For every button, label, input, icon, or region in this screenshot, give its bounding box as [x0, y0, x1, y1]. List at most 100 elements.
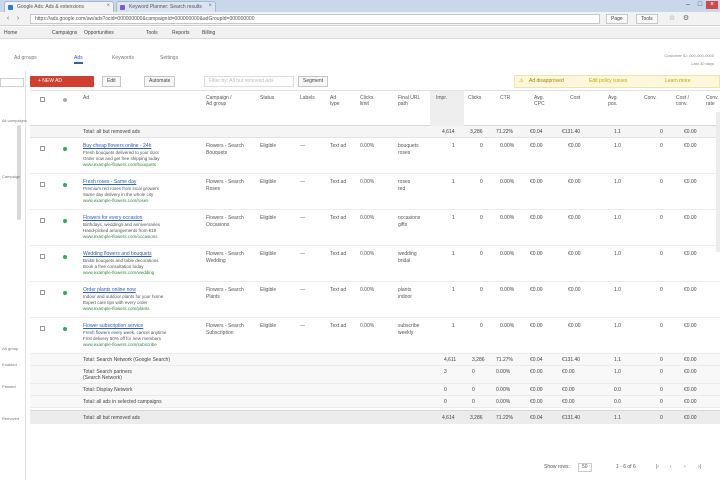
- adgroup-link[interactable]: Roses: [206, 186, 220, 192]
- tab-keywords[interactable]: Keywords: [112, 55, 134, 61]
- ad-type: Text ad: [330, 323, 347, 329]
- campaign-link[interactable]: Flowers - Search: [206, 179, 244, 185]
- segment-button[interactable]: Segment: [298, 76, 329, 87]
- sidebar-item[interactable]: Campaign: [2, 174, 20, 179]
- table-row[interactable]: Order plants online now Indoor and outdoo…: [30, 282, 720, 318]
- summary-impr: 4,614: [442, 129, 455, 135]
- nav-item-tools[interactable]: Tools: [146, 30, 158, 36]
- col-ad[interactable]: Ad: [83, 95, 89, 101]
- prev-page-icon[interactable]: ‹: [670, 464, 672, 470]
- adgroup-link[interactable]: Bouquets: [206, 150, 227, 156]
- date-range[interactable]: Last 30 days: [691, 61, 714, 66]
- col-clicks-limit[interactable]: Clicks limit: [360, 95, 373, 107]
- clicks-limit: 0.00%: [360, 143, 375, 149]
- select-all-checkbox[interactable]: [40, 97, 45, 102]
- campaign-link[interactable]: Flowers - Search: [206, 143, 244, 149]
- close-icon[interactable]: ×: [106, 3, 110, 9]
- table-scrollbar[interactable]: [716, 112, 720, 252]
- col-campaign[interactable]: Campaign / Ad group: [206, 95, 232, 107]
- row-checkbox[interactable]: [40, 146, 45, 151]
- table-row[interactable]: Buy cheap flowers online - 24h Fresh bouq…: [30, 138, 720, 174]
- notice-link-learn[interactable]: Learn more: [665, 76, 691, 87]
- star-icon[interactable]: ☆: [668, 15, 676, 23]
- nav-item-home[interactable]: Home: [4, 30, 17, 36]
- nav-item-billing[interactable]: Billing: [202, 30, 215, 36]
- sidebar-item[interactable]: All campaigns: [2, 118, 27, 123]
- sidebar-item[interactable]: Removed: [2, 416, 19, 421]
- clicks-limit: 0.00%: [360, 251, 375, 257]
- col-conv[interactable]: Conv.: [644, 95, 657, 101]
- campaign-link[interactable]: Flowers - Search: [206, 215, 244, 221]
- tab-ad-groups[interactable]: Ad groups: [14, 55, 37, 61]
- rows-select[interactable]: 50: [578, 463, 592, 472]
- close-icon[interactable]: ×: [208, 3, 212, 9]
- row-checkbox[interactable]: [40, 326, 45, 331]
- tools-menu-button[interactable]: Tools: [636, 14, 658, 24]
- url-input[interactable]: https://ads.google.com/aw/ads?ocid=00000…: [30, 14, 600, 24]
- last-page-icon[interactable]: ›|: [698, 464, 701, 470]
- sidebar-item[interactable]: Ad group: [2, 346, 18, 351]
- col-cost-conv[interactable]: Cost / conv.: [676, 95, 689, 107]
- back-icon[interactable]: ‹: [4, 15, 12, 23]
- adgroup-link[interactable]: Subscription: [206, 330, 234, 336]
- minimize-icon[interactable]: –: [682, 1, 694, 9]
- automate-button[interactable]: Automate: [144, 76, 176, 87]
- tab-settings[interactable]: Settings: [160, 55, 178, 61]
- edit-button[interactable]: Edit: [102, 76, 121, 87]
- window-close-icon[interactable]: ×: [706, 1, 718, 9]
- col-conv-rate[interactable]: Conv. rate: [706, 95, 719, 107]
- first-page-icon[interactable]: |‹: [656, 464, 659, 470]
- campaign-link[interactable]: Flowers - Search: [206, 251, 244, 257]
- row-checkbox[interactable]: [40, 218, 45, 223]
- settings-icon[interactable]: ⚙: [682, 15, 690, 23]
- col-cost[interactable]: Cost: [570, 95, 580, 101]
- ad-headline[interactable]: Flowers for every occasion: [83, 215, 142, 221]
- col-avg-pos[interactable]: Avg. pos.: [608, 95, 618, 107]
- ad-headline[interactable]: Buy cheap flowers online - 24h: [83, 143, 151, 149]
- table-row[interactable]: Flowers for every occasion Birthdays, wed…: [30, 210, 720, 246]
- forward-icon[interactable]: ›: [14, 15, 22, 23]
- filter-input[interactable]: Filter by: All but removed ads: [204, 76, 294, 87]
- table-row[interactable]: Fresh roses - Same day Premium red roses …: [30, 174, 720, 210]
- browser-tab-2[interactable]: Keyword Planner: Search results ×: [116, 1, 216, 12]
- col-labels[interactable]: Labels: [300, 95, 315, 101]
- row-checkbox[interactable]: [40, 182, 45, 187]
- col-impr[interactable]: Impr.: [436, 95, 447, 101]
- tab-ads[interactable]: Ads: [74, 55, 83, 64]
- ad-headline[interactable]: Order plants online now: [83, 287, 136, 293]
- adgroup-link[interactable]: Occasions: [206, 222, 229, 228]
- col-clicks[interactable]: Clicks: [468, 95, 481, 101]
- maximize-icon[interactable]: □: [694, 1, 706, 9]
- adgroup-link[interactable]: Plants: [206, 294, 220, 300]
- col-status[interactable]: Status: [260, 95, 274, 101]
- ad-headline[interactable]: Fresh roses - Same day: [83, 179, 136, 185]
- row-checkbox[interactable]: [40, 254, 45, 259]
- col-ad-type[interactable]: Ad type: [330, 95, 339, 107]
- page-menu-button[interactable]: Page: [606, 14, 628, 24]
- campaign-link[interactable]: Flowers - Search: [206, 323, 244, 329]
- notice-link-edit[interactable]: Edit policy issues: [589, 76, 627, 87]
- ad-headline[interactable]: Wedding flowers and bouquets: [83, 251, 152, 257]
- campaign-link[interactable]: Flowers - Search: [206, 287, 244, 293]
- url-path-a: roses: [398, 179, 411, 185]
- nav-item-reports[interactable]: Reports: [172, 30, 190, 36]
- table-row[interactable]: Flower subscription service Fresh flowers…: [30, 318, 720, 354]
- adgroup-link[interactable]: Wedding: [206, 258, 226, 264]
- ad-headline[interactable]: Flower subscription service: [83, 323, 143, 329]
- sidebar-scrollbar[interactable]: [17, 125, 21, 220]
- nav-item-opportunities[interactable]: Opportunities: [84, 30, 114, 36]
- next-page-icon[interactable]: ›: [684, 464, 686, 470]
- row-checkbox[interactable]: [40, 290, 45, 295]
- col-final-url[interactable]: Final URL path: [398, 95, 420, 107]
- sidebar-item[interactable]: Enabled: [2, 362, 17, 367]
- col-ctr[interactable]: CTR: [500, 95, 510, 101]
- new-ad-button[interactable]: + NEW AD: [30, 76, 94, 87]
- nav-item-campaigns[interactable]: Campaigns: [52, 30, 77, 36]
- col-avg-cpc[interactable]: Avg. CPC: [534, 95, 545, 107]
- sidebar-item[interactable]: Paused: [2, 384, 16, 389]
- subtotal-cost: €0.00: [562, 387, 575, 393]
- subtotal-row: Total: Search partners (Search Network) 3 0…: [30, 366, 720, 384]
- browser-tab-1[interactable]: Google Ads: Ads & extensions ×: [4, 1, 114, 12]
- table-row[interactable]: Wedding flowers and bouquets Bridal bouqu…: [30, 246, 720, 282]
- sidebar-search-input[interactable]: [0, 78, 24, 87]
